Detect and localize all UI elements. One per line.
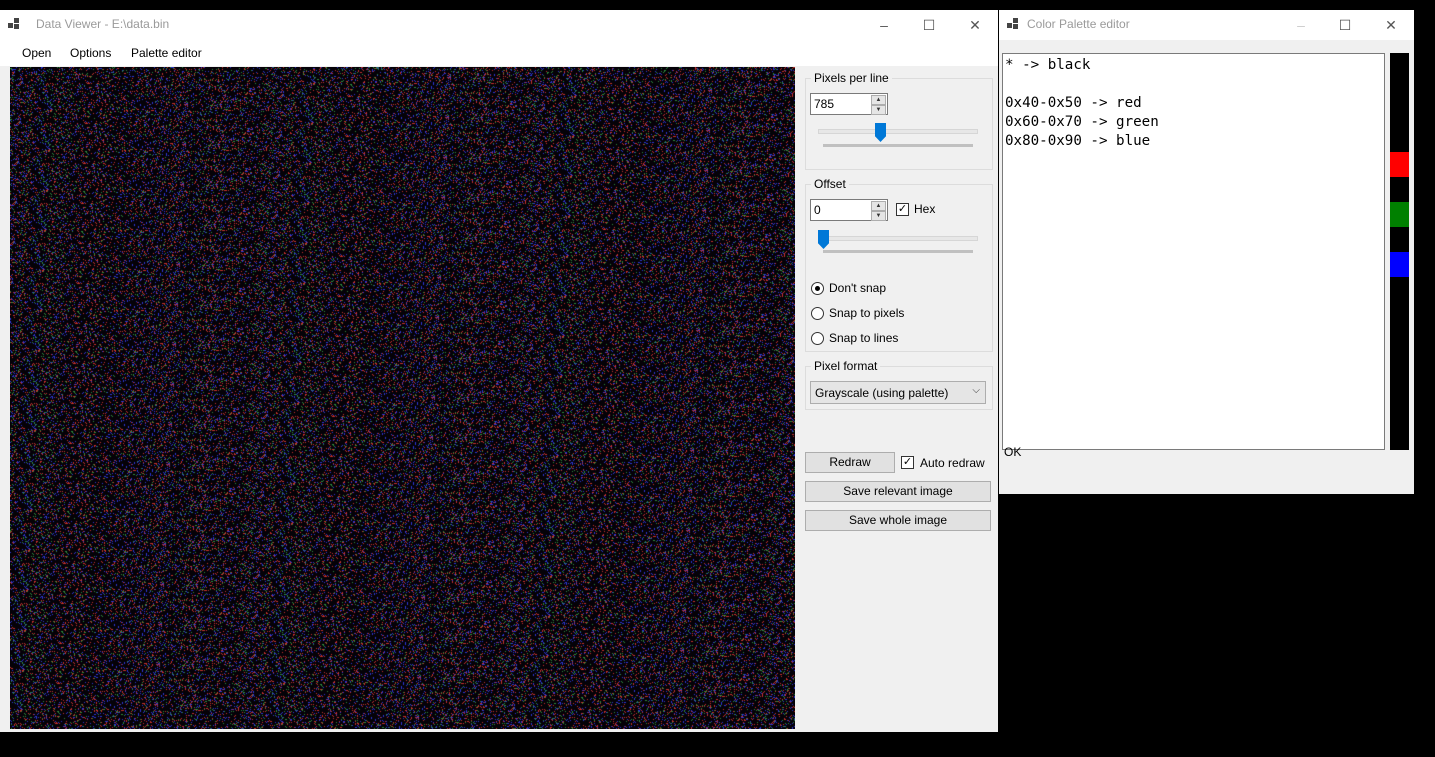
- title-bar[interactable]: Data Viewer - E:\data.bin – ☐ ✕: [0, 10, 998, 40]
- pixels-per-line-slider-thumb[interactable]: [875, 123, 886, 142]
- chevron-up-icon[interactable]: ▲: [871, 201, 886, 211]
- menu-open[interactable]: Open: [22, 46, 51, 60]
- palette-swatch-red: [1390, 152, 1409, 177]
- app-icon: [1007, 18, 1020, 31]
- spinner-buttons[interactable]: ▲ ▼: [871, 201, 886, 221]
- save-relevant-image-button[interactable]: Save relevant image: [805, 481, 991, 502]
- pixel-format-group: Pixel format Grayscale (using palette) ⌵: [805, 359, 993, 410]
- save-whole-image-button[interactable]: Save whole image: [805, 510, 991, 531]
- auto-redraw-label: Auto redraw: [920, 456, 985, 470]
- offset-slider-track[interactable]: [818, 236, 978, 241]
- radio-snap-to-pixels[interactable]: [811, 307, 824, 320]
- pixels-per-line-slider-track[interactable]: [818, 129, 978, 134]
- minimize-icon[interactable]: –: [861, 10, 907, 40]
- offset-slider-scale: [823, 250, 973, 253]
- pixels-per-line-spinner[interactable]: ▲▼: [810, 93, 888, 115]
- auto-redraw-checkbox[interactable]: ✓: [901, 456, 914, 469]
- redraw-button[interactable]: Redraw: [805, 452, 895, 473]
- radio-dont-snap[interactable]: [811, 282, 824, 295]
- close-icon[interactable]: ✕: [952, 10, 998, 40]
- offset-input[interactable]: [812, 201, 874, 219]
- menu-options[interactable]: Options: [70, 46, 111, 60]
- palette-swatch-blue: [1390, 252, 1409, 277]
- hex-label: Hex: [914, 202, 936, 216]
- palette-status: OK: [1004, 445, 1022, 459]
- menu-bar: Open Options Palette editor: [0, 40, 998, 66]
- offset-spinner[interactable]: ▲▼: [810, 199, 888, 221]
- palette-preview-strip: [1390, 53, 1409, 450]
- chevron-up-icon[interactable]: ▲: [871, 95, 886, 105]
- pixel-format-value: Grayscale (using palette): [815, 386, 949, 400]
- palette-swatch-green: [1390, 202, 1409, 227]
- pixels-per-line-slider-scale: [823, 144, 973, 147]
- palette-text-editor[interactable]: * -> black 0x40-0x50 -> red 0x60-0x70 ->…: [1002, 53, 1385, 450]
- radio-snap-to-lines[interactable]: [811, 332, 824, 345]
- pixels-per-line-group: Pixels per line ▲▼: [805, 71, 993, 170]
- palette-window-title: Color Palette editor: [1027, 17, 1130, 31]
- snap-to-lines-label: Snap to lines: [829, 331, 899, 345]
- chevron-down-icon: ⌵: [972, 385, 980, 396]
- pixel-format-select[interactable]: Grayscale (using palette) ⌵: [810, 381, 986, 404]
- pixels-per-line-label: Pixels per line: [811, 71, 892, 85]
- window-title: Data Viewer - E:\data.bin: [36, 17, 170, 31]
- data-viewer-window: Data Viewer - E:\data.bin – ☐ ✕ Open Opt…: [0, 10, 998, 732]
- chevron-down-icon[interactable]: ▼: [871, 211, 886, 221]
- offset-group: Offset ▲▼ ✓ Hex Don't snap Snap to pixel…: [805, 177, 993, 352]
- palette-title-bar[interactable]: Color Palette editor – ☐ ✕: [999, 10, 1414, 40]
- pixel-format-label: Pixel format: [811, 359, 881, 373]
- maximize-icon[interactable]: ☐: [906, 10, 952, 40]
- hex-checkbox[interactable]: ✓: [896, 203, 909, 216]
- maximize-icon[interactable]: ☐: [1322, 10, 1368, 40]
- minimize-icon[interactable]: –: [1278, 10, 1324, 40]
- spinner-buttons[interactable]: ▲ ▼: [871, 95, 886, 115]
- dont-snap-label: Don't snap: [829, 281, 886, 295]
- offset-slider-thumb[interactable]: [818, 230, 829, 249]
- app-icon: [8, 18, 21, 31]
- close-icon[interactable]: ✕: [1368, 10, 1414, 40]
- image-canvas[interactable]: [10, 67, 795, 729]
- offset-label: Offset: [811, 177, 849, 191]
- color-palette-editor-window: Color Palette editor – ☐ ✕ * -> black 0x…: [999, 10, 1414, 494]
- snap-to-pixels-label: Snap to pixels: [829, 306, 905, 320]
- menu-palette-editor[interactable]: Palette editor: [131, 46, 202, 60]
- chevron-down-icon[interactable]: ▼: [871, 105, 886, 115]
- pixels-per-line-input[interactable]: [812, 95, 874, 113]
